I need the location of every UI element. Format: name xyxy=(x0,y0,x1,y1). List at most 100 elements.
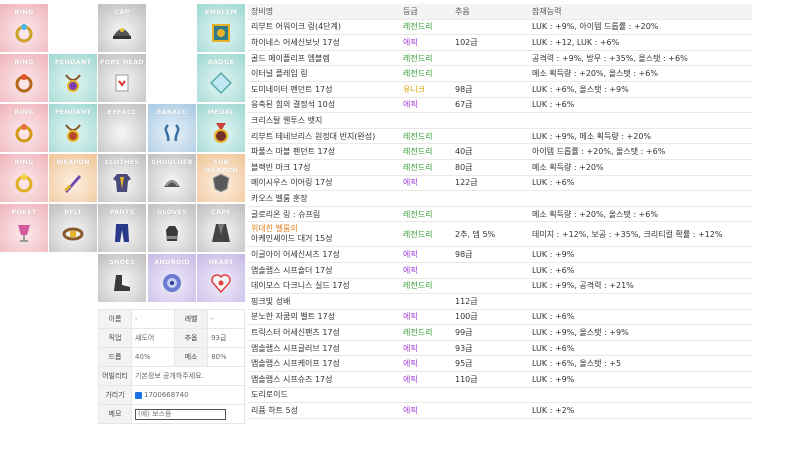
item-chuo xyxy=(452,387,529,404)
item-grade: 레전드리 xyxy=(400,128,452,145)
gloves-icon xyxy=(166,226,178,241)
slot-sub-weapon[interactable]: SUB WEAPON xyxy=(197,154,245,202)
hide-field[interactable]: 1700668740 xyxy=(131,385,245,405)
slot-pants[interactable]: PANTS xyxy=(98,204,146,252)
table-row[interactable]: 앱솔랩스 시프슈즈 17성 에픽 110급 LUK : +9% xyxy=(248,371,752,388)
slot-ring-4[interactable]: RING xyxy=(0,154,48,202)
table-row[interactable]: 파풀스 마블 펜던트 17성 레전드리 40급 아이템 드롭률 : +20%, 올스탯… xyxy=(248,143,752,160)
slot-clothes[interactable]: CLOTHES xyxy=(98,154,146,202)
table-row[interactable]: 앱솔랩스 시프케이프 17성 에픽 95급 LUK : +6%, 올스탯 : +5 xyxy=(248,355,752,373)
slot-badge[interactable]: BADGE xyxy=(197,54,245,102)
table-row[interactable]: 도미네이터 펜던트 17성 유니크 98급 LUK : +6%, 올스탯 : +9% xyxy=(248,81,752,98)
slot-label: EYEACC xyxy=(107,108,137,116)
table-row[interactable]: 핑크빛 성배 112급 xyxy=(248,293,752,310)
item-chuo: 100급 xyxy=(452,309,529,326)
hide-checkbox[interactable] xyxy=(135,391,142,399)
slot-heart[interactable]: HEART xyxy=(197,254,245,302)
item-chuo xyxy=(452,65,529,82)
item-potential: LUK : +6% xyxy=(529,309,752,326)
slot-pendant-2[interactable]: PENDANT xyxy=(49,104,97,152)
item-potential: LUK : +6% xyxy=(529,175,752,192)
slot-label: CAPE xyxy=(211,208,231,216)
slot-pocket[interactable]: POKET xyxy=(0,204,48,252)
item-grade: 에픽 xyxy=(400,371,452,388)
table-row[interactable]: 응축된 힘의 결정석 10성 에픽 67급 LUK : +6% xyxy=(248,97,752,114)
ring-icon xyxy=(15,174,33,193)
table-row[interactable]: 이글아이 어세신셔츠 17성 에픽 98급 LUK : +9% xyxy=(248,246,752,263)
table-row[interactable]: 이터널 플레임 링 레전드리 메소 획득량 : +20%, 올스탯 : +6% xyxy=(248,65,752,82)
item-grade: 에픽 xyxy=(400,309,452,326)
table-row[interactable]: 앱솔랩스 시프글러브 17성 에픽 93급 LUK : +6% xyxy=(248,340,752,357)
slot-shoes[interactable]: SHOES xyxy=(98,254,146,302)
table-row[interactable]: 도리로이드 xyxy=(248,387,752,404)
table-row[interactable]: 리퓸 하트 5성 에픽 LUK : +2% xyxy=(248,402,752,419)
table-row[interactable]: 메이시우스 이어링 17성 에픽 122급 LUK : +6% xyxy=(248,175,752,192)
item-potential: LUK : +9%, 공격력 : +21% xyxy=(529,278,752,295)
item-chuo xyxy=(452,206,529,223)
drop-label: 드롭 xyxy=(98,347,132,367)
item-potential xyxy=(529,387,752,404)
item-chuo xyxy=(452,278,529,295)
table-row[interactable]: 카오스 벨룸 훈장 xyxy=(248,190,752,207)
item-name: 파풀스 마블 펜던트 17성 xyxy=(248,143,400,160)
table-row[interactable]: 하이네스 어세신보닛 17성 에픽 102급 LUK : +12, LUK : +6% xyxy=(248,34,752,51)
table-row[interactable]: 글로리온 링 : 슈프림 레전드리 메소 획득량 : +20%, 올스탯 : +6% xyxy=(248,206,752,223)
table-row[interactable]: 분노한 자쿰의 벨트 17성 에픽 100급 LUK : +6% xyxy=(248,309,752,326)
table-row[interactable]: 리부트 어워이크 링(4단계) 레전드리 LUK : +9%, 아이템 드롭률 : … xyxy=(248,19,752,36)
slot-label: GLOVES xyxy=(157,208,187,216)
item-name: 카오스 벨룸 훈장 xyxy=(248,190,400,207)
earring-icon xyxy=(164,124,180,142)
header-potential: 잠재능력 xyxy=(529,4,752,20)
slot-belt[interactable]: BELT xyxy=(49,204,97,252)
slot-cape[interactable]: CAPE xyxy=(197,204,245,252)
memo-input[interactable] xyxy=(135,408,226,420)
ring-icon xyxy=(15,124,33,143)
item-grade xyxy=(400,293,452,310)
item-potential: LUK : +12, LUK : +6% xyxy=(529,34,752,51)
slot-android[interactable]: ANDROID xyxy=(148,254,196,302)
item-name: 글로리온 링 : 슈프림 xyxy=(248,206,400,223)
slot-ring-2[interactable]: RING xyxy=(0,54,48,102)
slot-ring-1[interactable]: RING xyxy=(0,4,48,52)
item-potential: LUK : +6% xyxy=(529,340,752,357)
slot-ring-3[interactable]: RING xyxy=(0,104,48,152)
slot-medal[interactable]: MEDAL xyxy=(197,104,245,152)
item-name: 핑크빛 성배 xyxy=(248,293,400,310)
slot-label: BADGE xyxy=(207,58,235,66)
table-row[interactable]: 데이모스 다크니스 실드 17성 레전드리 LUK : +9%, 공격력 : +21… xyxy=(248,278,752,295)
sub-weapon-icon xyxy=(212,173,230,193)
slot-earacc[interactable]: EARACC xyxy=(148,104,196,152)
item-name-line-2: 아케인셰이드 대거 15성 xyxy=(251,234,333,244)
hide-value: 1700668740 xyxy=(144,391,189,399)
item-potential: LUK : +9% xyxy=(529,246,752,263)
table-row[interactable]: 골드 메이플리프 엠블렘 레전드리 공격력 : +9%, 방무 : +35%, 올스… xyxy=(248,50,752,67)
hide-label: 가리기 xyxy=(98,385,132,405)
slot-weapon[interactable]: WEAPON xyxy=(49,154,97,202)
item-grade: 에픽 xyxy=(400,402,452,419)
ability-label: 어빌리티 xyxy=(98,366,132,386)
item-potential: 메소 획득량 : +20%, 올스탯 : +6% xyxy=(529,206,752,223)
ring-icon xyxy=(15,24,33,43)
slot-forehead[interactable]: FORE HEAD xyxy=(98,54,146,102)
slot-eyeacc[interactable]: EYEACC xyxy=(98,104,146,152)
table-row[interactable]: 블랙빈 마크 17성 레전드리 80급 메소 획득량 : +20% xyxy=(248,159,752,176)
slot-label: CAP xyxy=(114,8,130,16)
slot-gloves[interactable]: GLOVES xyxy=(148,204,196,252)
item-name: 도리로이드 xyxy=(248,387,400,404)
android-icon xyxy=(163,274,181,292)
table-row[interactable]: 크리스탈 웬투스 뱃지 xyxy=(248,112,752,129)
table-row[interactable]: 리부트 테네브리스 원정대 반지(완성) 레전드리 LUK : +9%, 메소 획득… xyxy=(248,128,752,145)
table-row[interactable]: 앱솔랩스 시프숄더 17성 에픽 LUK : +6% xyxy=(248,262,752,279)
table-row[interactable]: 트릭스터 어세신팬츠 17성 레전드리 99급 LUK : +9%, 올스탯 : +9… xyxy=(248,324,752,341)
slot-cap[interactable]: CAP xyxy=(98,4,146,52)
item-grade: 에픽 xyxy=(400,262,452,279)
item-grade: 레전드리 xyxy=(400,221,452,248)
slot-emblem[interactable]: EMBLEM xyxy=(197,4,245,52)
slot-shoulder[interactable]: SHOULDER xyxy=(148,154,196,202)
table-row[interactable]: 위대한 벨룸의 아케인셰이드 대거 15성 레전드리 2추, 뎀 5% 데미지 : +1… xyxy=(248,221,752,248)
slot-pendant-1[interactable]: PENDANT xyxy=(49,54,97,102)
item-grade: 레전드리 xyxy=(400,159,452,176)
slot-label: SHOULDER xyxy=(151,158,193,166)
item-name: 메이시우스 이어링 17성 xyxy=(248,175,400,192)
memo-label: 메모 xyxy=(98,404,132,424)
